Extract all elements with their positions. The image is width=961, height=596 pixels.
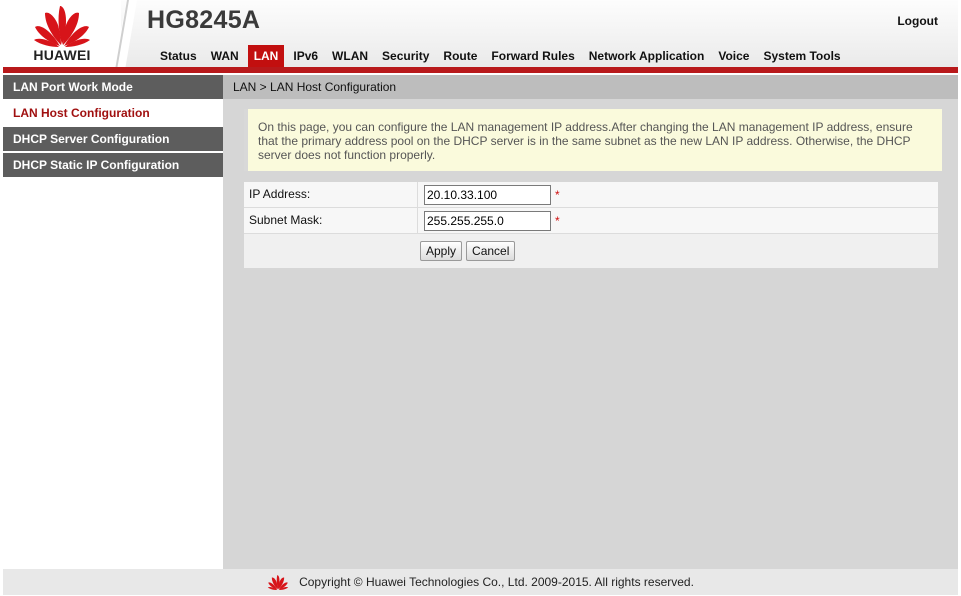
- nav-ipv6[interactable]: IPv6: [286, 45, 325, 67]
- sidebar-item-dhcp-server-configuration[interactable]: DHCP Server Configuration: [3, 127, 223, 153]
- huawei-logo-icon: [34, 6, 90, 47]
- required-marker: *: [555, 187, 560, 202]
- huawei-footer-logo-icon: [267, 575, 289, 590]
- subnet-mask-label: Subnet Mask:: [244, 208, 418, 233]
- nav-wan[interactable]: WAN: [204, 45, 246, 67]
- huawei-logo: HUAWEI: [3, 0, 121, 68]
- main-nav: Status WAN LAN IPv6 WLAN Security Route …: [153, 45, 848, 67]
- nav-route[interactable]: Route: [436, 45, 484, 67]
- nav-forward-rules[interactable]: Forward Rules: [484, 45, 581, 67]
- nav-voice[interactable]: Voice: [711, 45, 756, 67]
- nav-network-application[interactable]: Network Application: [582, 45, 712, 67]
- brand-name: HUAWEI: [33, 47, 91, 63]
- main-content: LAN > LAN Host Configuration On this pag…: [223, 75, 958, 569]
- breadcrumb: LAN > LAN Host Configuration: [223, 75, 958, 99]
- cancel-button[interactable]: Cancel: [466, 241, 516, 261]
- sidebar-item-lan-host-configuration[interactable]: LAN Host Configuration: [3, 101, 223, 127]
- ip-address-label: IP Address:: [244, 182, 418, 207]
- nav-wlan[interactable]: WLAN: [325, 45, 375, 67]
- required-marker: *: [555, 213, 560, 228]
- sidebar: LAN Port Work Mode LAN Host Configuratio…: [3, 75, 223, 569]
- nav-status[interactable]: Status: [153, 45, 204, 67]
- sidebar-item-dhcp-static-ip-configuration[interactable]: DHCP Static IP Configuration: [3, 153, 223, 179]
- apply-button[interactable]: Apply: [420, 241, 463, 261]
- form-row-subnet-mask: Subnet Mask: *: [244, 208, 938, 234]
- lan-host-form: IP Address: * Subnet Mask: * Apply Cance…: [244, 182, 938, 268]
- footer: Copyright © Huawei Technologies Co., Ltd…: [3, 569, 958, 595]
- form-row-ip-address: IP Address: *: [244, 182, 938, 208]
- sidebar-item-lan-port-work-mode[interactable]: LAN Port Work Mode: [3, 75, 223, 101]
- header: HUAWEI HG8245A Logout Status WAN LAN IPv…: [3, 0, 958, 70]
- nav-lan[interactable]: LAN: [247, 45, 285, 67]
- model-title: HG8245A: [147, 6, 261, 34]
- form-buttons: Apply Cancel: [244, 234, 938, 268]
- header-accent-bar: [3, 67, 958, 73]
- nav-security[interactable]: Security: [375, 45, 436, 67]
- info-notice: On this page, you can configure the LAN …: [244, 109, 942, 171]
- ip-address-cell: *: [418, 182, 560, 207]
- subnet-mask-input[interactable]: [424, 210, 551, 231]
- subnet-mask-cell: *: [418, 208, 560, 233]
- logout-link[interactable]: Logout: [897, 14, 938, 28]
- ip-address-input[interactable]: [424, 184, 551, 205]
- router-admin-page: HUAWEI HG8245A Logout Status WAN LAN IPv…: [0, 0, 961, 596]
- header-divider: [113, 0, 137, 70]
- nav-system-tools[interactable]: System Tools: [756, 45, 847, 67]
- copyright-text: Copyright © Huawei Technologies Co., Ltd…: [299, 575, 694, 589]
